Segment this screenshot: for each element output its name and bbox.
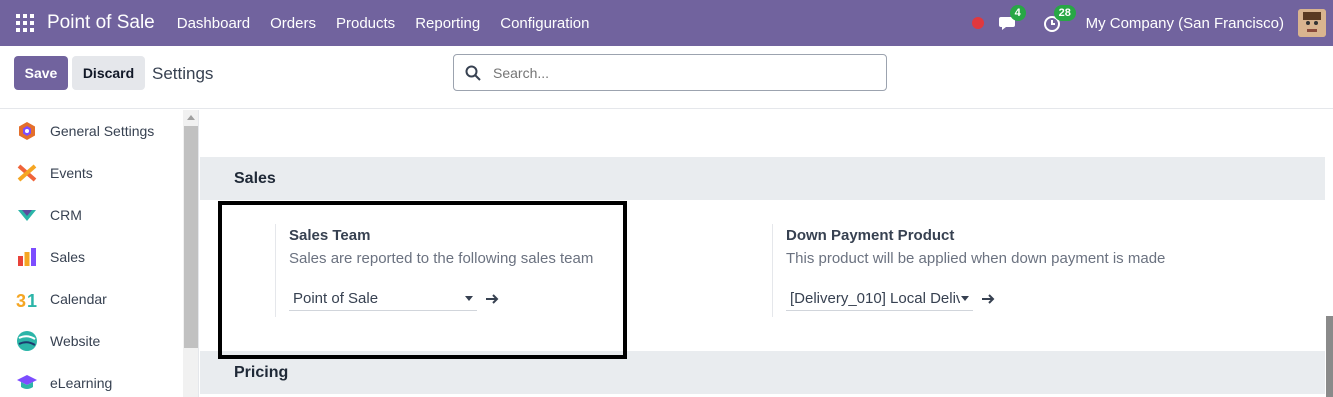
crm-icon bbox=[18, 210, 36, 221]
activities-badge: 28 bbox=[1053, 5, 1076, 21]
apps-menu-icon[interactable] bbox=[16, 14, 34, 32]
internal-link-arrow-icon[interactable] bbox=[981, 292, 995, 306]
menu-products[interactable]: Products bbox=[336, 15, 395, 32]
setting-down-payment-product: Down Payment Product This product will b… bbox=[772, 224, 1192, 317]
section-header-sales: Sales bbox=[200, 157, 1325, 200]
down-payment-title: Down Payment Product bbox=[786, 227, 955, 244]
highlight-box bbox=[218, 201, 627, 359]
sidebar-item-label: Events bbox=[50, 165, 93, 181]
svg-text:3: 3 bbox=[16, 291, 26, 310]
search-box[interactable] bbox=[453, 54, 887, 91]
top-navbar: Point of Sale Dashboard Orders Products … bbox=[0, 0, 1333, 46]
search-input[interactable] bbox=[493, 64, 873, 81]
sidebar-item-calendar[interactable]: 31 Calendar bbox=[0, 278, 183, 320]
general-settings-icon bbox=[19, 122, 35, 140]
messages-icon[interactable]: 4 bbox=[998, 5, 1026, 34]
main-menu: Dashboard Orders Products Reporting Conf… bbox=[167, 15, 600, 32]
menu-reporting[interactable]: Reporting bbox=[415, 15, 480, 32]
status-dot-icon[interactable] bbox=[971, 17, 984, 29]
sidebar-item-label: Sales bbox=[50, 249, 86, 265]
systray: 4 28 My Company (San Francisco) bbox=[971, 0, 1333, 46]
search-icon bbox=[465, 65, 481, 81]
down-payment-select[interactable]: [Delivery_010] Local Delivery bbox=[786, 287, 973, 311]
content-scroll-thumb[interactable] bbox=[1326, 316, 1333, 397]
calendar-icon: 31 bbox=[16, 291, 37, 310]
sidebar-scroll-thumb[interactable] bbox=[184, 126, 198, 348]
website-icon bbox=[17, 331, 37, 351]
activities-clock-icon[interactable]: 28 bbox=[1042, 5, 1076, 34]
app-name[interactable]: Point of Sale bbox=[47, 12, 155, 34]
sidebar-item-crm[interactable]: CRM bbox=[0, 194, 183, 236]
content-scrollbar[interactable] bbox=[1325, 110, 1333, 397]
sidebar-item-elearning[interactable]: eLearning bbox=[0, 362, 183, 397]
sidebar-item-website[interactable]: Website bbox=[0, 320, 183, 362]
sidebar-item-general-settings[interactable]: General Settings bbox=[0, 110, 183, 152]
messages-badge: 4 bbox=[1009, 5, 1026, 21]
chevron-down-icon bbox=[961, 296, 969, 301]
page-title: Settings bbox=[152, 64, 214, 83]
svg-text:1: 1 bbox=[27, 291, 37, 310]
settings-sidebar: General Settings Events CRM Sales 31 Cal… bbox=[0, 110, 183, 397]
down-payment-description: This product will be applied when down p… bbox=[786, 250, 1166, 267]
down-payment-value: [Delivery_010] Local Delivery bbox=[790, 290, 960, 307]
sidebar-item-sales[interactable]: Sales bbox=[0, 236, 183, 278]
sidebar-item-label: Website bbox=[50, 333, 101, 349]
save-button[interactable]: Save bbox=[14, 56, 68, 90]
elearning-icon bbox=[17, 375, 37, 389]
company-switcher[interactable]: My Company (San Francisco) bbox=[1086, 15, 1284, 32]
menu-orders[interactable]: Orders bbox=[270, 15, 316, 32]
sidebar-scrollbar[interactable] bbox=[183, 110, 199, 397]
menu-configuration[interactable]: Configuration bbox=[500, 15, 589, 32]
sidebar-item-events[interactable]: Events bbox=[0, 152, 183, 194]
control-panel: Save Discard Settings bbox=[0, 46, 1333, 109]
user-avatar[interactable] bbox=[1298, 9, 1326, 37]
sidebar-item-label: General Settings bbox=[50, 123, 155, 139]
sales-icon bbox=[18, 248, 36, 266]
scroll-up-arrow-icon[interactable] bbox=[187, 115, 195, 120]
sidebar-item-label: eLearning bbox=[50, 375, 113, 391]
menu-dashboard[interactable]: Dashboard bbox=[177, 15, 250, 32]
events-icon bbox=[17, 164, 37, 182]
discard-button[interactable]: Discard bbox=[72, 56, 145, 90]
sidebar-item-label: CRM bbox=[50, 207, 82, 223]
sidebar-item-label: Calendar bbox=[50, 291, 107, 307]
